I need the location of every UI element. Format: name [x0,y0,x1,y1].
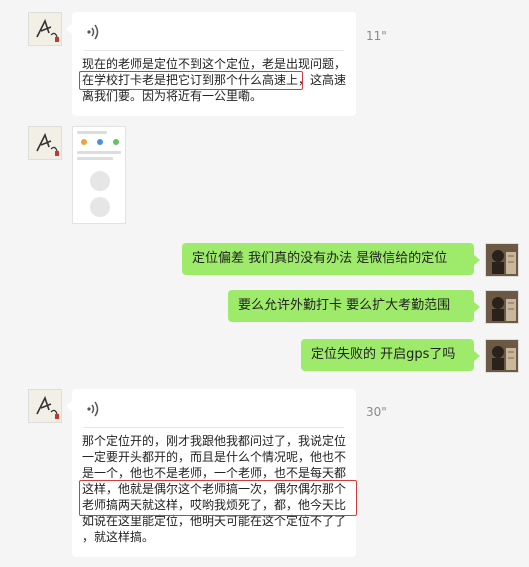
transcript-line: 一定要开头都开的，而且是什么个情况呢，他也不 [82,450,347,464]
transcript-divider [84,427,344,428]
contact-avatar[interactable] [28,389,62,423]
user-photo-icon [486,340,518,372]
highlight-box [79,71,303,90]
calligraphy-avatar-icon [29,13,61,45]
user-photo-icon [486,291,518,323]
voice-message-bubble[interactable]: 那个定位开的，刚才我跟他我都问过了，我说定位 一定要开头都开的，而且是什么个情况… [66,389,357,557]
transcript-line: 离我们要。因为将近有一公里嘞。 [82,89,263,103]
transcript-line: ，就这样搞。 [82,530,155,544]
transcript-line: 是一个，他也不是老师，一个老师，也不是每天都 [82,466,347,480]
transcript-line: 现在的老师是定位不到这个定位，老是出现问题， [82,57,347,71]
user-avatar[interactable] [485,290,519,324]
user-photo-icon [486,244,518,276]
outgoing-text-bubble[interactable]: 定位失败的 开启gps了吗 [301,339,480,371]
outgoing-text-bubble[interactable]: 要么允许外勤打卡 要么扩大考勤范围 [228,290,480,322]
voice-duration: 30" [366,405,387,419]
user-avatar[interactable] [485,243,519,277]
transcript-divider [84,50,344,51]
highlight-box [79,480,357,516]
user-avatar[interactable] [485,339,519,373]
voice-wave-icon [87,24,99,40]
voice-message-bubble[interactable]: 现在的老师是定位不到这个定位，老是出现问题， 在学校打卡老是把它订到那个什么高速… [66,12,356,116]
voice-wave-icon [87,401,99,417]
image-message-thumbnail[interactable] [72,126,126,224]
transcript-line: 那个定位开的，刚才我跟他我都问过了，我说定位 [82,434,347,448]
voice-duration: 11" [366,29,387,43]
contact-avatar[interactable] [28,12,62,46]
outgoing-text-bubble[interactable]: 定位偏差 我们真的没有办法 是微信给的定位 [182,243,480,275]
contact-avatar[interactable] [28,126,62,160]
calligraphy-avatar-icon [29,127,61,159]
calligraphy-avatar-icon [29,390,61,422]
